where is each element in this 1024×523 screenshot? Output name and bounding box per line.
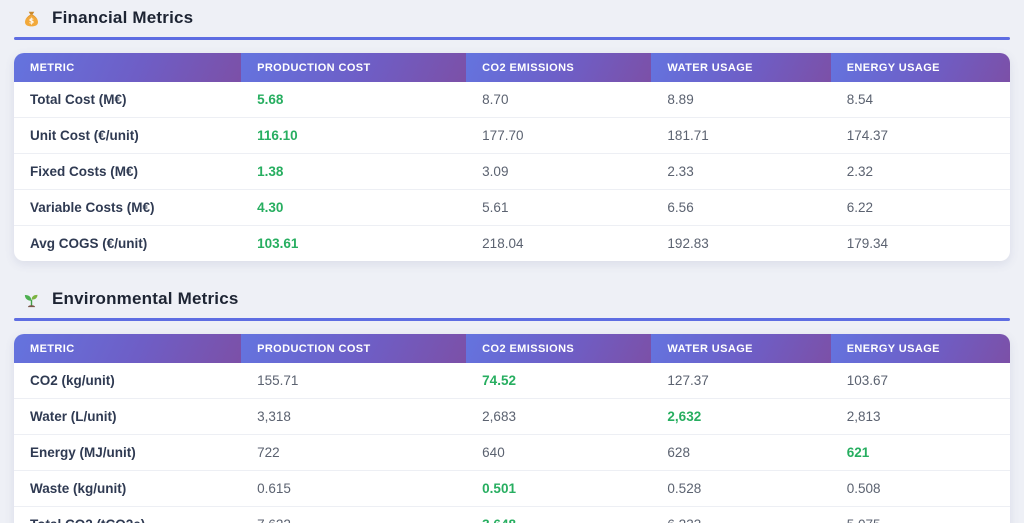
column-header: METRIC (14, 53, 241, 82)
value-cell: 628 (651, 435, 830, 471)
metric-label: CO2 (kg/unit) (14, 363, 241, 399)
value-cell: 8.70 (466, 82, 651, 118)
best-value-cell: 74.52 (466, 363, 651, 399)
table-row: Unit Cost (€/unit)116.10177.70181.71174.… (14, 118, 1010, 154)
best-value-cell: 116.10 (241, 118, 466, 154)
seedling-icon (22, 290, 41, 309)
column-header: METRIC (14, 334, 241, 363)
metric-label: Waste (kg/unit) (14, 471, 241, 507)
metrics-report-page: $ Financial Metrics METRICPRODUCTION COS… (0, 0, 1024, 523)
value-cell: 3.09 (466, 154, 651, 190)
financial-metrics-table: METRICPRODUCTION COSTCO2 EMISSIONSWATER … (14, 53, 1010, 261)
column-header: WATER USAGE (651, 53, 830, 82)
table-header-row: METRICPRODUCTION COSTCO2 EMISSIONSWATER … (14, 53, 1010, 82)
best-value-cell: 621 (831, 435, 1010, 471)
value-cell: 155.71 (241, 363, 466, 399)
value-cell: 0.615 (241, 471, 466, 507)
table-header-row: METRICPRODUCTION COSTCO2 EMISSIONSWATER … (14, 334, 1010, 363)
value-cell: 2,683 (466, 399, 651, 435)
column-header: PRODUCTION COST (241, 334, 466, 363)
money-bag-icon: $ (22, 9, 41, 28)
metric-label: Unit Cost (€/unit) (14, 118, 241, 154)
financial-metrics-card: METRICPRODUCTION COSTCO2 EMISSIONSWATER … (14, 53, 1010, 261)
table-row: Variable Costs (M€)4.305.616.566.22 (14, 190, 1010, 226)
column-header: ENERGY USAGE (831, 334, 1010, 363)
value-cell: 5.61 (466, 190, 651, 226)
metric-label: Variable Costs (M€) (14, 190, 241, 226)
value-cell: 2.33 (651, 154, 830, 190)
column-header: CO2 EMISSIONS (466, 334, 651, 363)
environmental-metrics-card: METRICPRODUCTION COSTCO2 EMISSIONSWATER … (14, 334, 1010, 523)
financial-metrics-section: $ Financial Metrics METRICPRODUCTION COS… (14, 5, 1010, 261)
value-cell: 2,813 (831, 399, 1010, 435)
value-cell: 103.67 (831, 363, 1010, 399)
value-cell: 179.34 (831, 226, 1010, 262)
best-value-cell: 1.38 (241, 154, 466, 190)
environmental-metrics-table: METRICPRODUCTION COSTCO2 EMISSIONSWATER … (14, 334, 1010, 523)
value-cell: 0.508 (831, 471, 1010, 507)
value-cell: 8.89 (651, 82, 830, 118)
metric-label: Avg COGS (€/unit) (14, 226, 241, 262)
section-divider (14, 318, 1010, 321)
value-cell: 6.22 (831, 190, 1010, 226)
environmental-metrics-section: Environmental Metrics METRICPRODUCTION C… (14, 286, 1010, 523)
value-cell: 3,318 (241, 399, 466, 435)
table-row: Fixed Costs (M€)1.383.092.332.32 (14, 154, 1010, 190)
value-cell: 8.54 (831, 82, 1010, 118)
best-value-cell: 5.68 (241, 82, 466, 118)
table-row: Avg COGS (€/unit)103.61218.04192.83179.3… (14, 226, 1010, 262)
value-cell: 2.32 (831, 154, 1010, 190)
section-divider (14, 37, 1010, 40)
best-value-cell: 103.61 (241, 226, 466, 262)
value-cell: 6,233 (651, 507, 830, 523)
value-cell: 192.83 (651, 226, 830, 262)
best-value-cell: 4.30 (241, 190, 466, 226)
svg-text:$: $ (29, 16, 34, 25)
table-row: CO2 (kg/unit)155.7174.52127.37103.67 (14, 363, 1010, 399)
value-cell: 218.04 (466, 226, 651, 262)
best-value-cell: 2,632 (651, 399, 830, 435)
column-header: PRODUCTION COST (241, 53, 466, 82)
value-cell: 174.37 (831, 118, 1010, 154)
column-header: WATER USAGE (651, 334, 830, 363)
table-row: Water (L/unit)3,3182,6832,6322,813 (14, 399, 1010, 435)
value-cell: 6.56 (651, 190, 830, 226)
section-title: Financial Metrics (52, 8, 193, 28)
metric-label: Total Cost (M€) (14, 82, 241, 118)
column-header: ENERGY USAGE (831, 53, 1010, 82)
table-row: Energy (MJ/unit)722640628621 (14, 435, 1010, 471)
section-title: Environmental Metrics (52, 289, 239, 309)
section-header: $ Financial Metrics (14, 5, 1010, 35)
value-cell: 127.37 (651, 363, 830, 399)
value-cell: 640 (466, 435, 651, 471)
value-cell: 181.71 (651, 118, 830, 154)
table-row: Total Cost (M€)5.688.708.898.54 (14, 82, 1010, 118)
metric-label: Fixed Costs (M€) (14, 154, 241, 190)
column-header: CO2 EMISSIONS (466, 53, 651, 82)
value-cell: 5,075 (831, 507, 1010, 523)
table-row: Waste (kg/unit)0.6150.5010.5280.508 (14, 471, 1010, 507)
value-cell: 177.70 (466, 118, 651, 154)
value-cell: 7,622 (241, 507, 466, 523)
value-cell: 722 (241, 435, 466, 471)
value-cell: 0.528 (651, 471, 830, 507)
best-value-cell: 0.501 (466, 471, 651, 507)
section-header: Environmental Metrics (14, 286, 1010, 316)
metric-label: Total CO2 (tCO2e) (14, 507, 241, 523)
table-row: Total CO2 (tCO2e)7,6223,6486,2335,075 (14, 507, 1010, 523)
best-value-cell: 3,648 (466, 507, 651, 523)
metric-label: Water (L/unit) (14, 399, 241, 435)
metric-label: Energy (MJ/unit) (14, 435, 241, 471)
